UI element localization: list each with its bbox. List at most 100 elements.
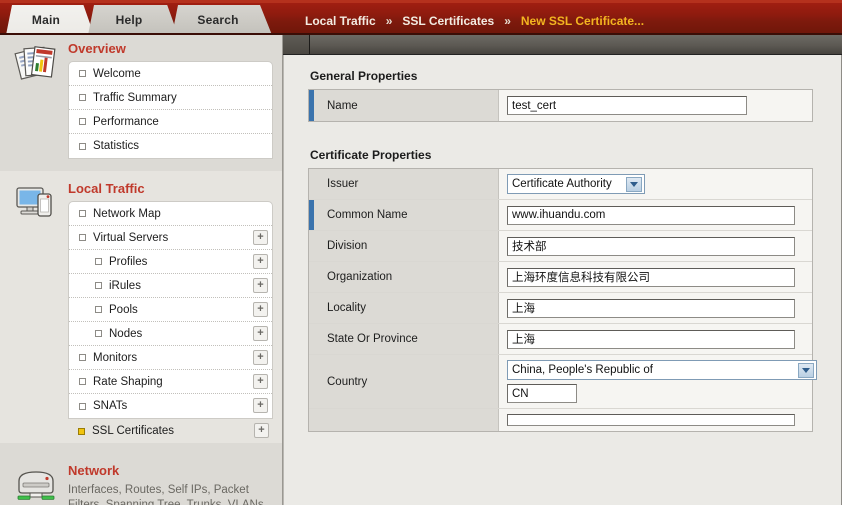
sidebar-item-label: Nodes: [109, 327, 143, 340]
sidebar-section-title-overview: Overview: [68, 40, 126, 56]
form-label-division: Division: [309, 231, 499, 261]
form-row-state-or-province: State Or Province: [309, 324, 812, 355]
sidebar-item-label: Welcome: [93, 67, 141, 80]
expand-icon[interactable]: +: [253, 278, 268, 293]
chevron-down-icon[interactable]: [798, 363, 814, 378]
breadcrumb-item-local-traffic[interactable]: Local Traffic: [305, 14, 376, 28]
general-properties-table: Name: [308, 89, 813, 122]
sidebar-item-label: Traffic Summary: [93, 91, 177, 104]
organization-input[interactable]: [507, 267, 795, 287]
issuer-select[interactable]: Certificate Authority: [507, 174, 645, 194]
form-label-locality: Locality: [309, 293, 499, 323]
next-field-input[interactable]: [507, 414, 795, 426]
bullet-icon: [95, 282, 102, 289]
expand-icon[interactable]: +: [253, 350, 268, 365]
header-highlight: [0, 0, 842, 3]
bullet-icon-active: [78, 427, 85, 435]
expand-icon[interactable]: +: [253, 374, 268, 389]
issuer-select-value: Certificate Authority: [512, 178, 612, 190]
form-label-country: Country: [309, 355, 499, 408]
sidebar-item-label: Monitors: [93, 351, 138, 364]
form-row-name: Name: [309, 90, 812, 121]
sidebar-item-ssl-certificates[interactable]: SSL Certificates +: [68, 419, 273, 443]
form-row-next-partial: [309, 409, 812, 431]
sidebar-item-welcome[interactable]: Welcome: [69, 62, 272, 86]
tab-main[interactable]: Main: [6, 5, 94, 35]
division-input[interactable]: [507, 236, 795, 256]
sidebar-section-title-local-traffic: Local Traffic: [68, 180, 145, 196]
breadcrumb-separator-icon: »: [385, 14, 393, 28]
breadcrumb-separator-icon: »: [504, 14, 511, 28]
sidebar-item-network-map[interactable]: Network Map: [69, 202, 272, 226]
form-row-locality: Locality: [309, 293, 812, 324]
bullet-icon: [95, 330, 102, 337]
sidebar-item-virtual-servers[interactable]: Virtual Servers +: [69, 226, 272, 250]
country-code-input[interactable]: [507, 384, 577, 403]
sidebar-section-description-network: Interfaces, Routes, Self IPs, Packet Fil…: [68, 484, 267, 505]
sidebar-item-nodes[interactable]: Nodes +: [69, 322, 272, 346]
form-row-division: Division: [309, 231, 812, 262]
sidebar-item-snats[interactable]: SNATs +: [69, 394, 272, 418]
chevron-down-icon[interactable]: [626, 177, 642, 192]
sidebar-item-profiles[interactable]: Profiles +: [69, 250, 272, 274]
name-input[interactable]: [507, 96, 747, 115]
locality-input[interactable]: [507, 298, 795, 318]
expand-icon[interactable]: +: [253, 254, 268, 269]
sidebar-item-traffic-summary[interactable]: Traffic Summary: [69, 86, 272, 110]
certificate-properties-table: Issuer Certificate Authority Common Name: [308, 168, 817, 432]
sidebar-item-label: Network Map: [93, 207, 161, 220]
form-field-issuer: Certificate Authority: [499, 169, 812, 199]
expand-icon[interactable]: +: [253, 326, 268, 341]
sidebar-item-rate-shaping[interactable]: Rate Shaping +: [69, 370, 272, 394]
bullet-icon: [79, 118, 86, 125]
sidebar-item-label: Performance: [93, 115, 159, 128]
sidebar-menu-local-traffic: Network Map Virtual Servers + Profiles +…: [68, 201, 273, 419]
form-field-division: [499, 231, 812, 261]
form-field-country: China, People's Republic of: [499, 355, 825, 408]
content-toolbar-strip: [283, 35, 842, 55]
tab-search[interactable]: Search: [172, 5, 272, 35]
country-select[interactable]: China, People's Republic of: [507, 360, 817, 380]
expand-icon[interactable]: +: [253, 230, 268, 245]
sidebar-menu-overview: Welcome Traffic Summary Performance Stat…: [68, 61, 273, 159]
sidebar-item-performance[interactable]: Performance: [69, 110, 272, 134]
form-field-organization: [499, 262, 812, 292]
form-field-locality: [499, 293, 812, 323]
sidebar-item-label: Virtual Servers: [93, 231, 169, 244]
section-title-certificate-properties: Certificate Properties: [310, 148, 432, 162]
bullet-icon: [79, 142, 86, 150]
bullet-icon: [79, 234, 86, 241]
tab-main-label: Main: [31, 13, 61, 27]
country-select-value: China, People's Republic of: [512, 364, 653, 376]
sidebar-item-statistics[interactable]: Statistics: [69, 134, 272, 158]
expand-icon[interactable]: +: [253, 398, 268, 413]
common-name-input[interactable]: [507, 205, 795, 225]
breadcrumb-item-ssl-certificates[interactable]: SSL Certificates: [402, 14, 494, 28]
bullet-icon: [79, 94, 86, 101]
bullet-icon: [79, 210, 86, 217]
form-label-next-partial: [309, 409, 499, 431]
sidebar-item-label: iRules: [109, 279, 141, 292]
sidebar-item-label: Profiles: [109, 255, 148, 268]
sidebar-item-label: SNATs: [93, 400, 128, 412]
expand-icon[interactable]: +: [254, 423, 269, 438]
sidebar-item-label: SSL Certificates: [92, 425, 175, 437]
sidebar-section-overview: Overview Welcome Traffic Summary Perform…: [0, 35, 282, 159]
tab-help[interactable]: Help: [88, 5, 178, 35]
form-row-issuer: Issuer Certificate Authority: [309, 169, 812, 200]
state-or-province-input[interactable]: [507, 329, 795, 349]
sidebar-item-pools[interactable]: Pools +: [69, 298, 272, 322]
bullet-icon: [79, 354, 86, 361]
sidebar-item-label: Pools: [109, 303, 138, 316]
breadcrumb-item-current: New SSL Certificate...: [520, 14, 645, 28]
sidebar: Overview Welcome Traffic Summary Perform…: [0, 35, 283, 505]
bullet-icon: [95, 258, 102, 265]
top-header-bar: Main Help Search Local Traffic » SSL Cer…: [0, 0, 842, 35]
bullet-icon: [79, 378, 86, 385]
sidebar-item-irules[interactable]: iRules +: [69, 274, 272, 298]
toolbar-left-cell[interactable]: [283, 35, 310, 54]
expand-icon[interactable]: +: [253, 302, 268, 317]
sidebar-item-monitors[interactable]: Monitors +: [69, 346, 272, 370]
main-content: General Properties Name Certificate Prop…: [283, 55, 842, 505]
form-label-organization: Organization: [309, 262, 499, 292]
